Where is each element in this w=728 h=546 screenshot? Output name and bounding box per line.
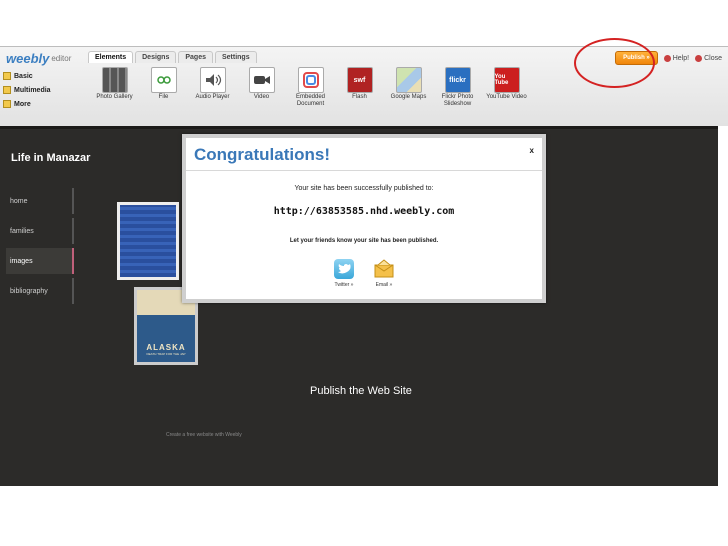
close-icon <box>695 54 703 62</box>
element-audio-player[interactable]: Audio Player <box>188 67 237 108</box>
tab-designs[interactable]: Designs <box>135 51 177 63</box>
publish-button[interactable]: Publish » <box>615 51 658 65</box>
folder-icon <box>3 100 11 108</box>
site-title: Life in Manazar <box>11 152 91 164</box>
element-file[interactable]: File <box>139 67 188 108</box>
success-message: Your site has been successfully publishe… <box>294 185 434 192</box>
dialog-header: Congratulations! x <box>186 138 542 171</box>
youtube-icon: You Tube <box>493 67 520 93</box>
help-label: Help! <box>672 54 690 62</box>
element-label: Flickr Photo Slideshow <box>441 94 474 107</box>
share-options: Twitter » Email » <box>334 259 394 288</box>
weebly-footer-link[interactable]: Create a free website with Weebly <box>166 432 242 438</box>
video-icon <box>248 67 275 93</box>
share-label: Twitter » <box>334 282 354 288</box>
screen: weebly editor Elements Designs Pages Set… <box>0 0 728 546</box>
map-icon <box>395 67 422 93</box>
flickr-icon: flickr <box>444 67 471 93</box>
dialog-title: Congratulations! <box>194 145 330 164</box>
share-label: Email » <box>375 282 393 288</box>
element-flash[interactable]: swf Flash <box>335 67 384 108</box>
element-label: Photo Gallery <box>96 94 133 100</box>
share-twitter-button[interactable]: Twitter » <box>334 259 354 288</box>
category-more[interactable]: More <box>3 97 87 111</box>
element-palette: Photo Gallery File Audio Player Video Em… <box>90 67 531 108</box>
help-link[interactable]: Help! <box>663 54 690 62</box>
editor-actions: Publish » Help! Close <box>615 51 722 65</box>
element-label: Flash <box>352 94 367 100</box>
element-label: Embedded Document <box>295 94 326 107</box>
nav-item-images[interactable]: images <box>6 248 74 274</box>
category-label: Multimedia <box>14 86 51 94</box>
share-prompt: Let your friends know your site has been… <box>289 238 439 244</box>
weebly-logo: weebly <box>6 50 50 66</box>
twitter-icon <box>334 259 354 279</box>
file-icon <box>150 67 177 93</box>
element-youtube-video[interactable]: You Tube YouTube Video <box>482 67 531 108</box>
photo-gallery-icon <box>101 67 128 93</box>
element-flickr-slideshow[interactable]: flickr Flickr Photo Slideshow <box>433 67 482 108</box>
site-nav: home families images bibliography <box>6 188 74 308</box>
element-label: Google Maps <box>390 94 427 100</box>
element-label: YouTube Video <box>486 94 527 100</box>
help-icon <box>663 54 671 62</box>
element-label: Audio Player <box>195 94 230 100</box>
dialog-close-button[interactable]: x <box>530 146 534 155</box>
audio-icon <box>199 67 226 93</box>
category-label: Basic <box>14 72 33 80</box>
image-thumbnail[interactable] <box>117 202 179 280</box>
document-photo <box>120 205 176 277</box>
folder-icon <box>3 72 11 80</box>
category-label: More <box>14 100 31 108</box>
share-email-button[interactable]: Email » <box>374 259 394 288</box>
tab-pages[interactable]: Pages <box>178 51 213 63</box>
brand-subtitle: editor <box>51 53 72 63</box>
tab-settings[interactable]: Settings <box>214 51 257 63</box>
element-label: Video <box>253 94 270 100</box>
element-label: File <box>158 94 169 100</box>
slide-caption: Publish the Web Site <box>310 385 412 397</box>
published-url-link[interactable]: http://63853585.nhd.weebly.com <box>186 206 542 217</box>
element-categories: Basic Multimedia More <box>3 69 87 111</box>
email-icon <box>374 259 394 279</box>
editor-tabs: Elements Designs Pages Settings <box>88 51 257 63</box>
category-basic[interactable]: Basic <box>3 69 87 83</box>
flash-icon: swf <box>346 67 373 93</box>
element-embedded-document[interactable]: Embedded Document <box>286 67 335 108</box>
tab-elements[interactable]: Elements <box>88 51 134 63</box>
editor-toolbar: weebly editor Elements Designs Pages Set… <box>0 46 728 126</box>
nav-item-families[interactable]: families <box>6 218 74 244</box>
document-icon <box>297 67 324 93</box>
element-photo-gallery[interactable]: Photo Gallery <box>90 67 139 108</box>
poster-title: ALASKA <box>146 343 186 352</box>
close-label: Close <box>704 54 722 62</box>
element-video[interactable]: Video <box>237 67 286 108</box>
folder-icon <box>3 86 11 94</box>
close-editor-link[interactable]: Close <box>695 54 722 62</box>
category-multimedia[interactable]: Multimedia <box>3 83 87 97</box>
nav-item-home[interactable]: home <box>6 188 74 214</box>
nav-item-bibliography[interactable]: bibliography <box>6 278 74 304</box>
element-google-maps[interactable]: Google Maps <box>384 67 433 108</box>
brand: weebly editor <box>6 50 72 66</box>
publish-success-dialog: Congratulations! x Your site has been su… <box>182 134 546 303</box>
poster-subtitle: DEATH TRAP FOR THE JAP <box>146 352 186 356</box>
